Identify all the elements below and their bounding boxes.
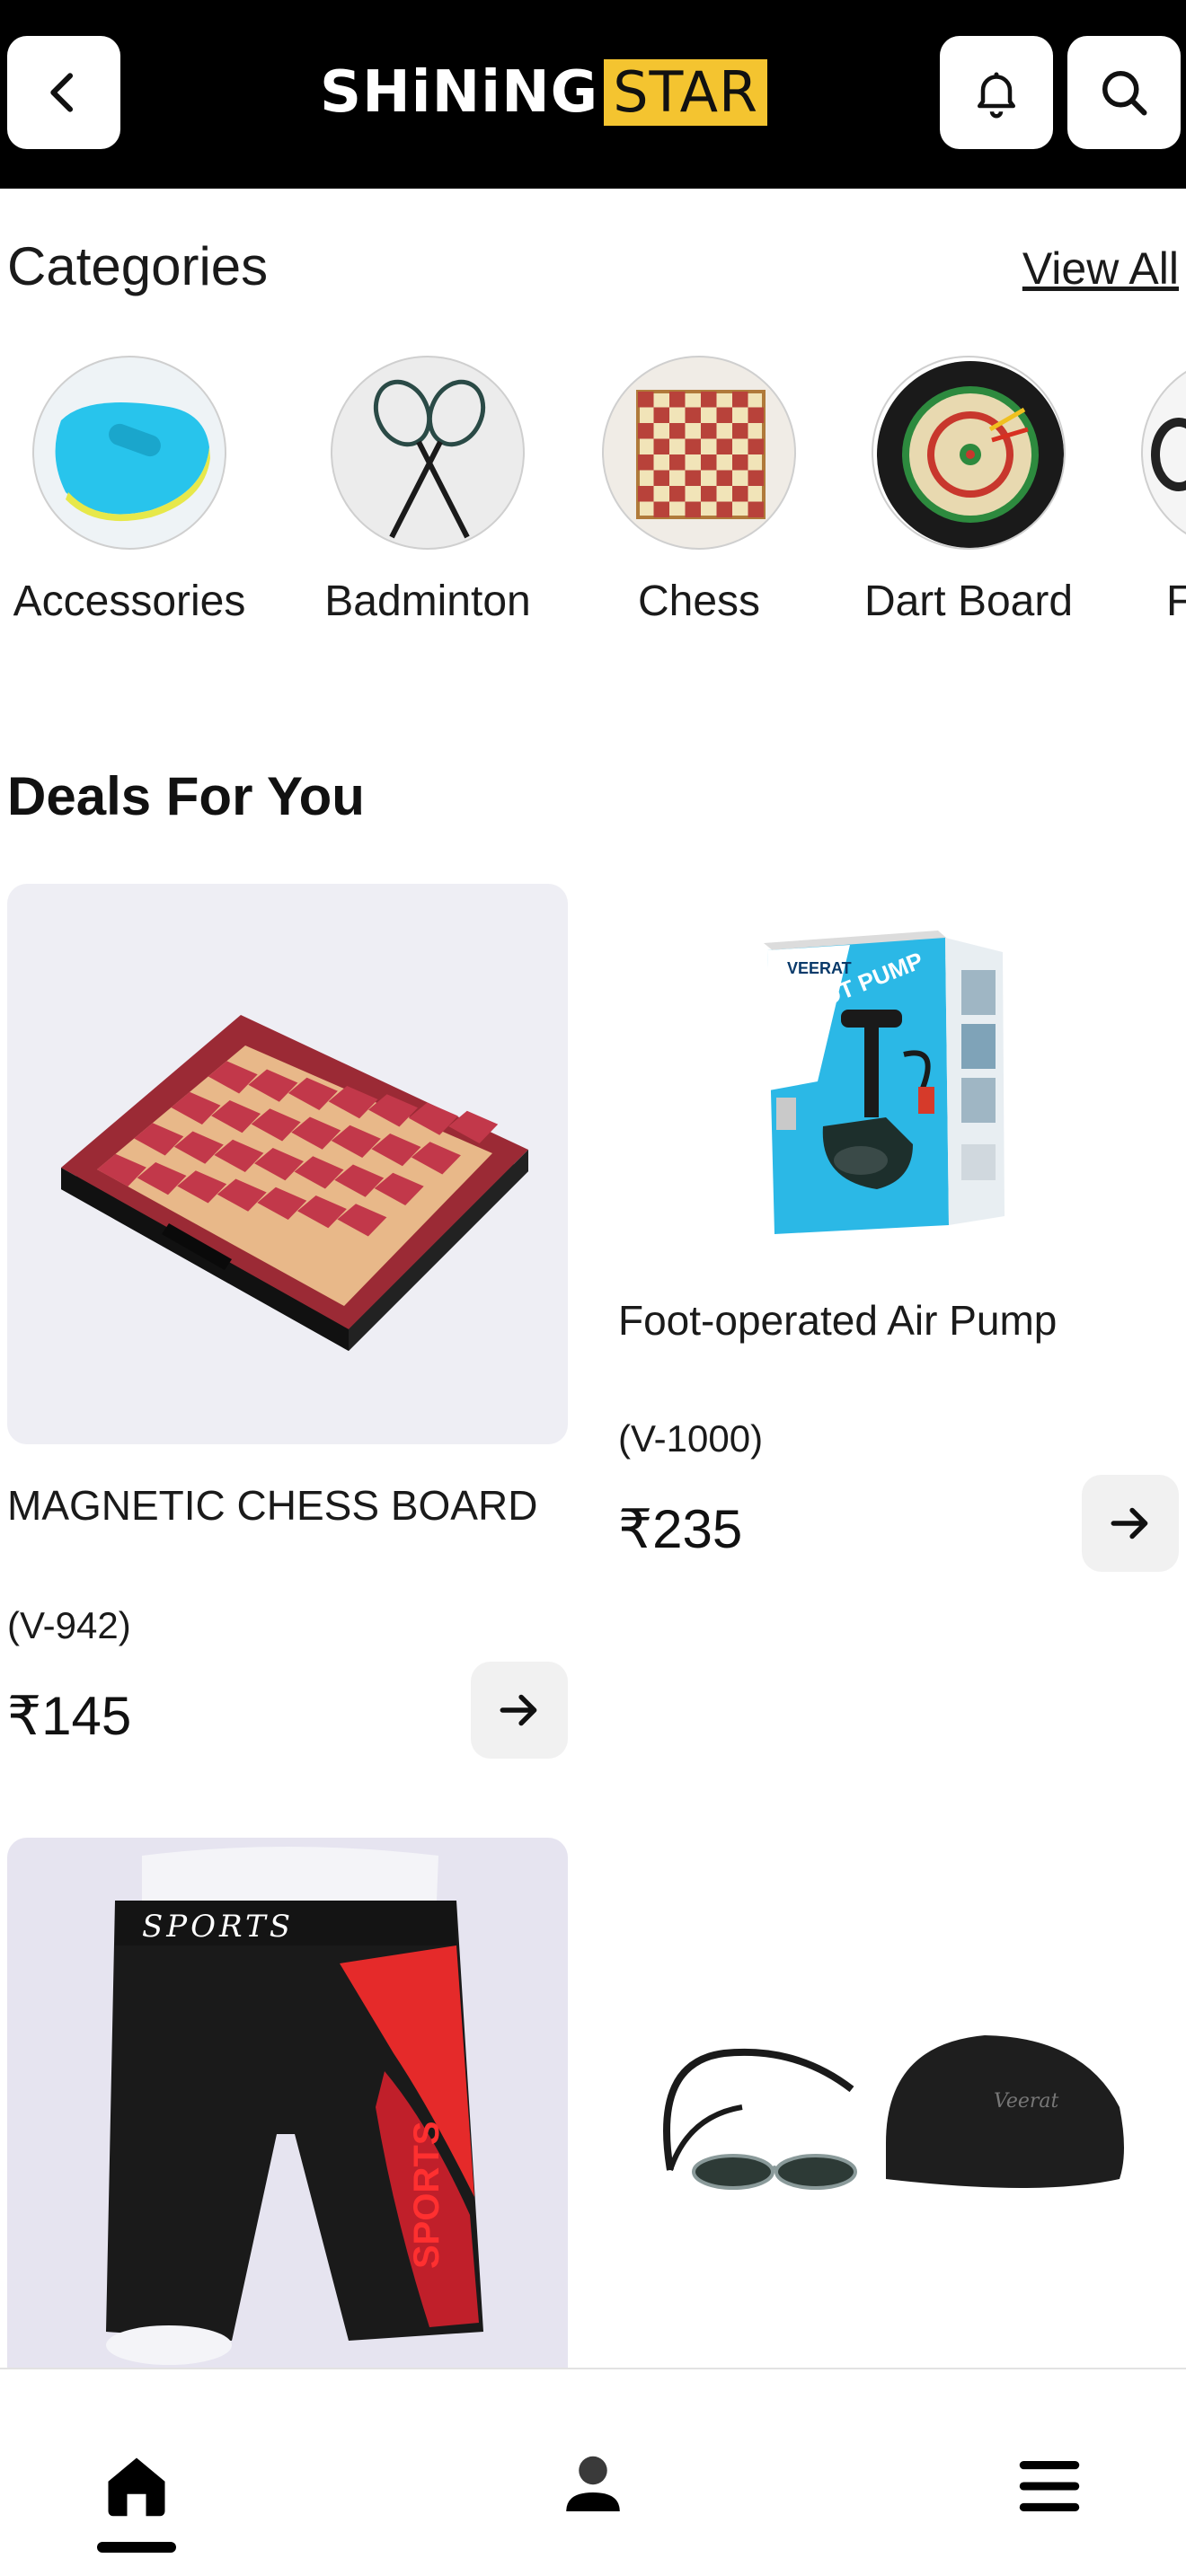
product-name: Foot-operated Air Pump xyxy=(618,1297,1058,1344)
category-label: Dart Board xyxy=(863,578,1074,625)
product-image-foot-pump[interactable]: VEERAT FOOT PUMP xyxy=(616,884,1177,1444)
product-image-chess-board[interactable] xyxy=(7,884,568,1444)
cap-brand-text: Veerat xyxy=(994,2090,1059,2113)
nav-home[interactable] xyxy=(92,2441,181,2531)
category-accessories[interactable]: Accessories xyxy=(0,352,264,626)
categories-title: Categories xyxy=(7,236,269,296)
bell-icon xyxy=(978,72,1015,119)
active-tab-indicator xyxy=(97,2542,176,2553)
search-button[interactable] xyxy=(1067,36,1181,149)
search-icon xyxy=(1102,71,1147,116)
category-chess[interactable]: Chess xyxy=(564,352,834,626)
shorts-waistband-text: SPORTS xyxy=(142,1909,294,1945)
product-code: (V-1000) xyxy=(618,1417,764,1460)
product-image-goggles-cap[interactable]: Veerat xyxy=(616,1838,1177,2368)
pump-brand-text: VEERAT xyxy=(787,959,852,977)
view-all-link[interactable]: View All xyxy=(1022,243,1179,295)
arrow-right-icon xyxy=(1111,1507,1148,1539)
category-dart-board[interactable]: Dart Board xyxy=(834,352,1103,626)
app-header: SHiNiNG STAR xyxy=(0,0,1186,189)
category-label: F xyxy=(1166,578,1186,625)
product-price: ₹235 xyxy=(618,1499,743,1559)
category-label: Chess xyxy=(637,578,761,625)
nav-profile[interactable] xyxy=(548,2441,638,2531)
logo-text-star: STAR xyxy=(604,59,768,126)
chess-board-icon xyxy=(602,356,796,550)
categories-carousel[interactable]: Accessories Badminton Chess Dart Board F xyxy=(0,352,1186,648)
badminton-rackets-icon xyxy=(331,356,525,550)
product-image-swim-shorts[interactable]: SPORTS SPORTS xyxy=(7,1838,568,2368)
home-icon xyxy=(108,2457,165,2517)
product-price: ₹145 xyxy=(7,1686,132,1746)
notifications-button[interactable] xyxy=(940,36,1053,149)
back-button[interactable] xyxy=(7,36,120,149)
deals-title: Deals For You xyxy=(7,766,365,826)
category-label: Badminton xyxy=(324,578,531,625)
brand-logo: SHiNiNG STAR xyxy=(320,59,768,126)
product-name: MAGNETIC CHESS BOARD xyxy=(7,1482,538,1529)
category-partial[interactable]: F xyxy=(1078,352,1186,626)
logo-text-shining: SHiNiNG xyxy=(320,59,599,126)
view-product-button[interactable] xyxy=(471,1662,568,1759)
nav-menu[interactable] xyxy=(1005,2441,1094,2531)
menu-icon xyxy=(1019,2461,1080,2511)
profile-icon xyxy=(566,2456,620,2511)
category-badminton[interactable]: Badminton xyxy=(293,352,562,626)
chevron-left-icon xyxy=(50,73,74,112)
goggles-icon xyxy=(1141,356,1186,550)
dart-board-icon xyxy=(872,356,1066,550)
kickboard-icon xyxy=(32,356,226,550)
view-product-button[interactable] xyxy=(1082,1475,1179,1572)
category-label: Accessories xyxy=(13,578,246,625)
shorts-side-text: SPORTS xyxy=(407,2122,447,2269)
arrow-right-icon xyxy=(500,1694,537,1726)
bottom-navigation xyxy=(0,2368,1186,2576)
product-code: (V-942) xyxy=(7,1604,131,1646)
